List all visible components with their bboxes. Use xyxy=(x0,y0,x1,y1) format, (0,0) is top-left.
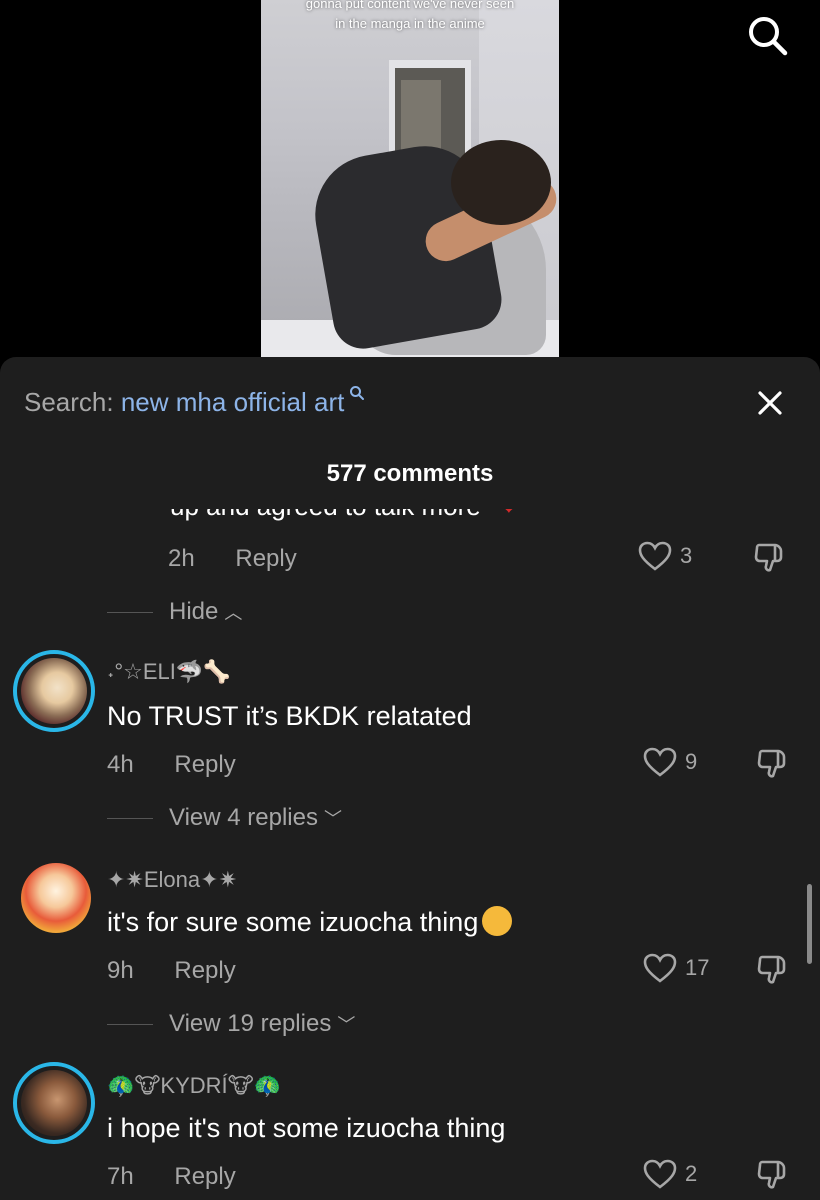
dislike-button[interactable] xyxy=(753,542,787,574)
scrollbar[interactable] xyxy=(807,884,812,964)
like-count: 9 xyxy=(685,749,698,774)
view-replies-toggle[interactable]: View 4 replies ﹀ xyxy=(107,804,342,832)
view-replies-label: View 19 replies xyxy=(169,1010,332,1037)
search-label: Search: xyxy=(24,387,114,417)
reply-button[interactable]: Reply xyxy=(174,1163,235,1190)
heart-icon xyxy=(643,747,677,777)
hide-label: Hide xyxy=(169,598,219,625)
video-preview[interactable]: gonna put content we've never seen in th… xyxy=(261,0,559,360)
avatar[interactable] xyxy=(13,650,95,732)
heart-icon xyxy=(643,953,677,983)
search-small-icon xyxy=(344,386,364,405)
reply-button[interactable]: Reply xyxy=(174,957,235,984)
comment-count: 577 comments xyxy=(326,460,494,487)
avatar[interactable] xyxy=(21,863,91,933)
comment-meta: 9h Reply xyxy=(107,957,236,985)
avatar-image xyxy=(21,863,91,933)
thumbs-down-icon xyxy=(757,1160,786,1189)
dislike-button[interactable] xyxy=(756,954,790,986)
broken-heart-icon: ❤ xyxy=(498,497,520,521)
partial-comment-text: up and agreed to talk more ❤ xyxy=(170,497,520,522)
chevron-down-icon: ﹀ xyxy=(323,809,342,829)
comment-text: i hope it's not some izuocha thing xyxy=(107,1113,506,1143)
thumbs-down-icon xyxy=(757,955,786,984)
like-count: 2 xyxy=(685,1161,698,1186)
close-icon[interactable] xyxy=(754,387,786,419)
disappointed-face-icon xyxy=(482,905,513,936)
dislike-button[interactable] xyxy=(756,748,790,780)
like-button[interactable]: 17 xyxy=(643,953,709,983)
comment-time: 7h xyxy=(107,1163,134,1190)
comment-meta: 7h Reply xyxy=(107,1163,236,1191)
comment-username[interactable]: ✦✷Elona✦✷ xyxy=(107,867,237,893)
comment-list[interactable]: up and agreed to talk more ❤ 2h Reply 3 … xyxy=(0,497,820,1200)
divider-line xyxy=(107,611,153,613)
comment-time: 9h xyxy=(107,957,134,984)
video-caption: gonna put content we've never seen in th… xyxy=(305,0,515,31)
avatar-image xyxy=(21,1070,87,1136)
thumbs-down-icon xyxy=(757,749,786,778)
view-replies-toggle[interactable]: View 19 replies ﹀ xyxy=(107,1010,355,1038)
view-replies-label: View 4 replies xyxy=(169,804,318,831)
reply-button[interactable]: Reply xyxy=(235,545,296,572)
dislike-button[interactable] xyxy=(756,1159,790,1191)
like-count: 3 xyxy=(680,543,693,568)
avatar[interactable] xyxy=(13,1062,95,1144)
like-button[interactable]: 3 xyxy=(638,541,692,571)
avatar-image xyxy=(21,658,87,724)
comment-username[interactable]: 🦚🐮KYDRÍ🐮🦚 xyxy=(107,1073,281,1099)
comment-meta: 4h Reply xyxy=(107,751,236,779)
hide-replies-toggle[interactable]: Hide ︿ xyxy=(107,598,242,626)
like-button[interactable]: 2 xyxy=(643,1159,697,1189)
heart-icon xyxy=(638,541,672,571)
related-search[interactable]: Search: new mha official art xyxy=(24,386,365,418)
heart-icon xyxy=(643,1159,677,1189)
search-query-link[interactable]: new mha official art xyxy=(121,387,345,417)
comment-username[interactable]: ˖°☆ELI🦈🦴 xyxy=(107,659,231,685)
like-button[interactable]: 9 xyxy=(643,747,697,777)
reply-button[interactable]: Reply xyxy=(174,751,235,778)
chevron-up-icon: ︿ xyxy=(224,603,243,623)
comment-text: it's for sure some izuocha thing xyxy=(107,905,513,939)
chevron-down-icon: ﹀ xyxy=(337,1015,356,1035)
comment-time: 4h xyxy=(107,751,134,778)
search-icon[interactable] xyxy=(744,12,790,58)
comments-sheet: Search: new mha official art 577 comment… xyxy=(0,357,820,1200)
like-count: 17 xyxy=(685,955,710,980)
comment-time: 2h xyxy=(168,545,195,572)
video-person-head xyxy=(451,140,551,225)
thumbs-down-icon xyxy=(754,543,783,572)
comment-text: No TRUST it’s BKDK relatated xyxy=(107,701,472,731)
divider-line xyxy=(107,817,153,819)
divider-line xyxy=(107,1023,153,1025)
partial-comment-meta: 2h Reply xyxy=(168,545,297,573)
